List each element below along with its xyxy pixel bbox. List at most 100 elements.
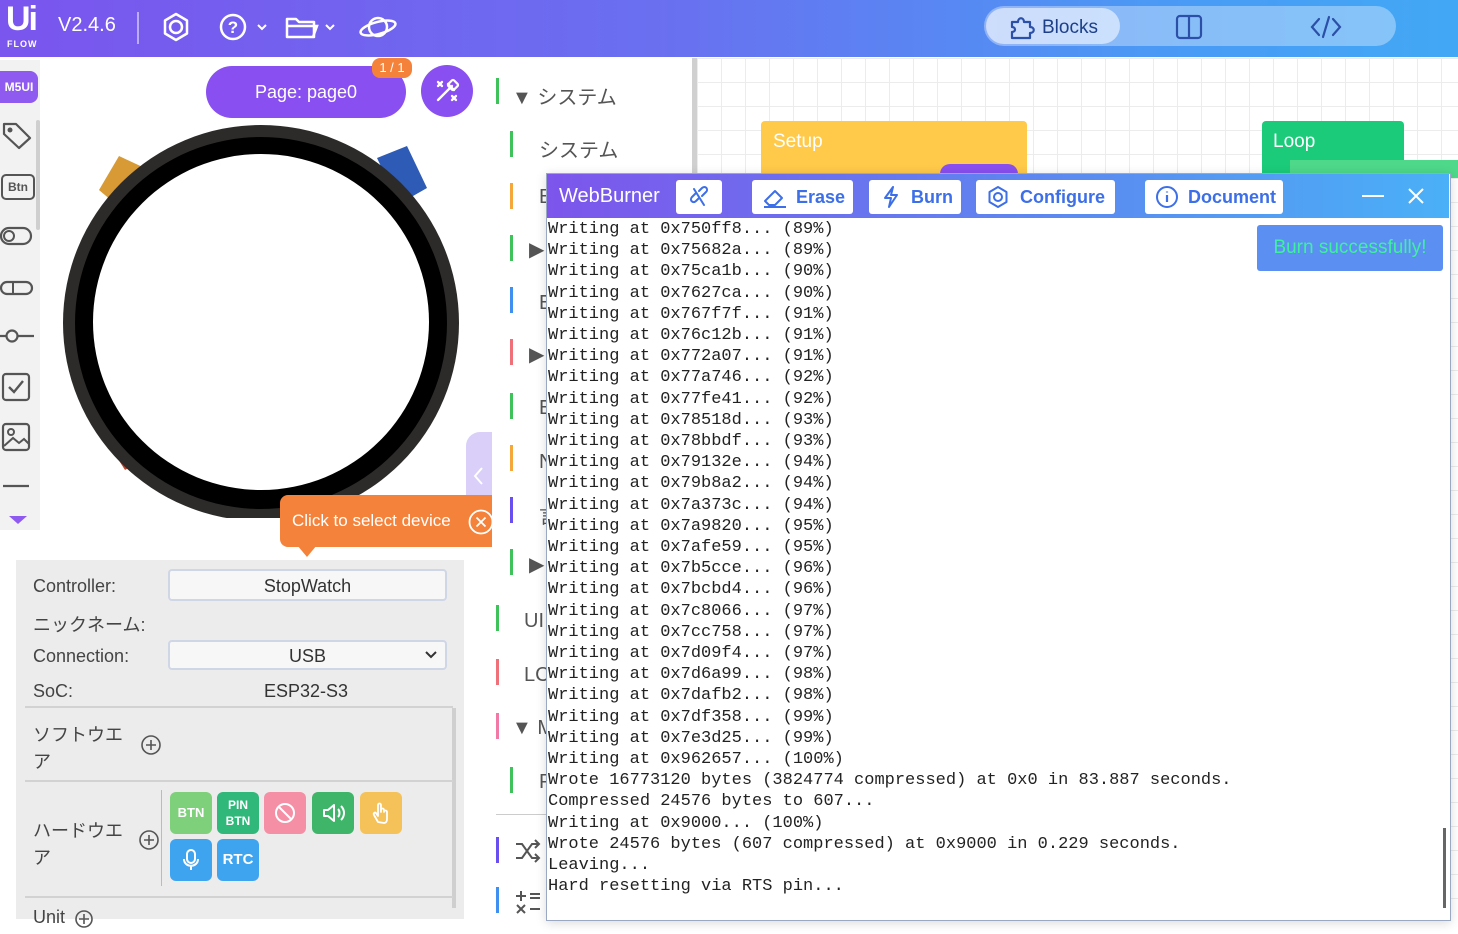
add-hardware-button[interactable]: [138, 829, 160, 856]
erase-button[interactable]: Erase: [752, 180, 853, 214]
slider-widget[interactable]: [0, 322, 36, 352]
erase-label: Erase: [796, 187, 846, 207]
eraser-icon: [764, 190, 786, 208]
label-widget[interactable]: [0, 120, 36, 150]
category-color-bar: [496, 605, 499, 631]
hardware-btn[interactable]: BTN: [170, 792, 212, 834]
tooltip-arrow: [297, 545, 317, 557]
category-divider: [496, 814, 548, 815]
controller-label: Controller:: [33, 576, 117, 596]
category-color-bar: [510, 445, 513, 471]
burn-log-output[interactable]: Writing at 0x750ff8... (89%) Writing at …: [548, 219, 1438, 919]
category-ui[interactable]: UI: [524, 610, 544, 633]
section-divider: [25, 896, 453, 898]
line-widget[interactable]: [0, 474, 36, 504]
button-widget[interactable]: Btn: [0, 172, 36, 202]
category-expand-toggle[interactable]: ▶: [529, 552, 544, 577]
help-menu-button[interactable]: ?: [218, 11, 270, 48]
document-button[interactable]: Document: [1145, 180, 1283, 214]
lightning-icon: [884, 186, 898, 208]
planet-button[interactable]: [358, 10, 398, 49]
hardware-touch-disabled[interactable]: [264, 792, 306, 834]
document-label: Document: [1188, 187, 1277, 207]
category-logic[interactable]: [514, 838, 542, 869]
category-math[interactable]: [514, 888, 542, 921]
category-system[interactable]: システム: [539, 134, 618, 163]
toolbar-divider: [137, 12, 139, 44]
switch-widget[interactable]: [0, 224, 36, 254]
close-button[interactable]: [1405, 185, 1427, 212]
category-color-bar: [510, 767, 513, 793]
webburner-title: WebBurner: [559, 185, 660, 207]
uiflow-logo: Ui FLOW: [6, 0, 48, 49]
folder-icon: [285, 17, 335, 39]
math-icon: [516, 891, 540, 914]
image-widget[interactable]: [0, 422, 36, 452]
burn-success-toast: Burn successfully!: [1257, 225, 1443, 271]
category-color-bar: [510, 393, 513, 419]
category-system-header[interactable]: ▼ システム: [512, 81, 617, 110]
category-expand-toggle[interactable]: ▶: [529, 342, 544, 367]
controller-field[interactable]: StopWatch: [168, 569, 447, 601]
select-device-tooltip[interactable]: Click to select device: [280, 495, 508, 547]
btn-widget-label: Btn: [1, 174, 35, 200]
category-expand-toggle[interactable]: ▶: [529, 237, 544, 262]
plus-circle-icon: [141, 735, 161, 755]
category-color-bar: [496, 713, 499, 739]
slider-icon: [0, 329, 34, 343]
tab-code[interactable]: [1310, 14, 1342, 45]
close-circle-icon[interactable]: [468, 509, 494, 535]
connection-select[interactable]: USB: [168, 640, 447, 670]
tab-split-view[interactable]: [1175, 14, 1203, 45]
toolbox-header[interactable]: M5UI: [0, 71, 38, 103]
category-color-bar: [510, 131, 513, 157]
gear-icon: [163, 12, 189, 42]
unlink-icon: [689, 185, 709, 206]
hardware-rtc[interactable]: RTC: [217, 839, 259, 881]
checkbox-widget[interactable]: [0, 372, 36, 402]
device-screen[interactable]: [93, 154, 429, 490]
disconnect-button[interactable]: [676, 180, 722, 214]
svg-text:?: ?: [228, 18, 238, 37]
section-divider: [25, 780, 453, 782]
loop-block-label: Loop: [1273, 131, 1316, 152]
info-icon: [1156, 186, 1178, 208]
file-menu-button[interactable]: [284, 11, 338, 48]
burn-button[interactable]: Burn: [869, 180, 961, 214]
configure-label: Configure: [1020, 187, 1105, 207]
stopwatch-device[interactable]: [55, 118, 475, 521]
category-color-bar: [510, 549, 513, 575]
page-edit-button[interactable]: [421, 65, 473, 117]
add-unit-button[interactable]: [74, 909, 94, 934]
add-software-button[interactable]: [140, 734, 162, 761]
log-scrollbar[interactable]: [1443, 828, 1446, 908]
category-color-bar: [496, 78, 499, 104]
magic-wand-icon: [436, 78, 460, 102]
hardware-pin-btn[interactable]: PIN BTN: [217, 792, 259, 834]
bar-widget[interactable]: [0, 276, 36, 306]
category-color-bar: [510, 287, 513, 313]
logo-subtext: FLOW: [7, 39, 38, 49]
toolbox-expand-icon[interactable]: [9, 516, 27, 524]
settings-button[interactable]: [160, 11, 192, 48]
chevron-down-icon: [425, 651, 437, 659]
planet-icon: [359, 16, 397, 38]
hardware-microphone[interactable]: [170, 839, 212, 881]
hardware-label-cont: ア: [33, 848, 51, 868]
microphone-icon: [183, 849, 199, 870]
burn-log-text: Writing at 0x750ff8... (89%) Writing at …: [548, 220, 1232, 897]
minimize-button[interactable]: [1360, 186, 1386, 211]
line-icon: [3, 484, 29, 488]
hardware-touch[interactable]: [360, 792, 402, 834]
speaker-icon: [323, 804, 345, 822]
soc-label: SoC:: [33, 681, 74, 701]
configure-button[interactable]: Configure: [976, 180, 1115, 214]
version-label: V2.4.6: [58, 14, 116, 36]
connection-label: Connection:: [33, 646, 130, 666]
properties-scrollbar[interactable]: [452, 708, 456, 908]
connection-value: USB: [288, 646, 326, 666]
image-icon: [1, 422, 31, 452]
hardware-speaker[interactable]: [312, 792, 354, 834]
code-icon: [1310, 15, 1342, 39]
split-view-icon: [1175, 14, 1203, 40]
